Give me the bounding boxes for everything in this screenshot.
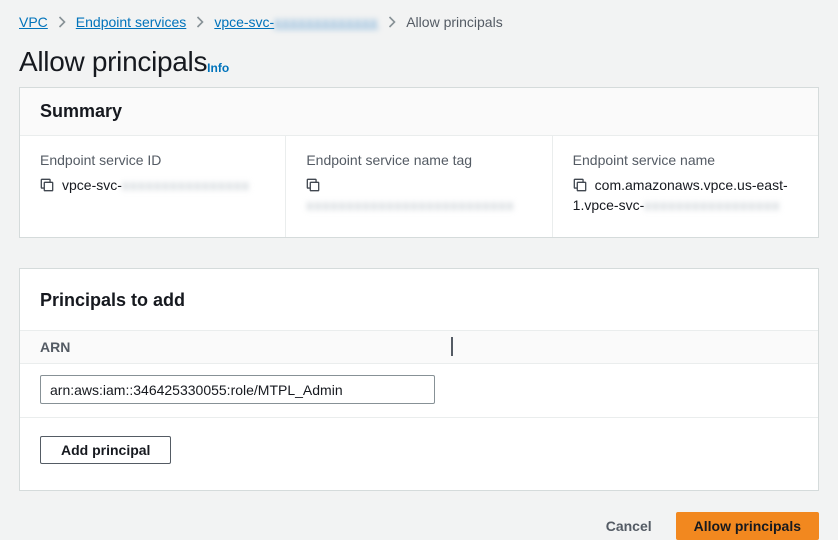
summary-title: Summary — [40, 101, 798, 122]
summary-body: Endpoint service ID vpce-svc-xxxxxxxxxxx… — [20, 136, 818, 237]
principals-panel-header: Principals to add — [20, 269, 818, 330]
allow-principals-button[interactable]: Allow principals — [676, 512, 819, 540]
arn-column-header: ARN — [40, 339, 70, 355]
column-divider — [451, 337, 453, 356]
chevron-right-icon — [387, 16, 397, 28]
field-value: com.amazonaws.vpce.us-east-1.vpce-svc-xx… — [573, 175, 798, 215]
field-value: xxxxxxxxxxxxxxxxxxxxxxxxxx — [306, 175, 531, 215]
service-id-prefix: vpce-svc- — [62, 177, 122, 193]
principals-panel-footer: Add principal — [20, 418, 818, 490]
footer-actions: Cancel Allow principals — [19, 512, 819, 540]
summary-col-name-tag: Endpoint service name tag xxxxxxxxxxxxxx… — [285, 136, 551, 237]
page-title: Allow principals — [19, 46, 207, 78]
arn-input-row — [20, 364, 818, 418]
breadcrumb-endpoint-services[interactable]: Endpoint services — [76, 14, 187, 30]
breadcrumb: VPC Endpoint services vpce-svc-xxxxxxxxx… — [19, 0, 819, 30]
principals-panel: Principals to add ARN Add principal — [19, 268, 819, 491]
breadcrumb-service-prefix: vpce-svc- — [214, 14, 274, 30]
copy-icon[interactable] — [40, 178, 54, 192]
redacted-value: xxxxxxxxxxxxxxxxxxxxxxxxxx — [306, 195, 514, 215]
redacted-value: xxxxxxxxxxxxxxxxx — [644, 195, 780, 215]
breadcrumb-endpoint-service-id[interactable]: vpce-svc-xxxxxxxxxxxxx — [214, 14, 378, 30]
chevron-right-icon — [195, 16, 205, 28]
field-label: Endpoint service ID — [40, 152, 265, 168]
add-principal-button[interactable]: Add principal — [40, 436, 171, 464]
field-label: Endpoint service name tag — [306, 152, 531, 168]
arn-table-header: ARN — [20, 330, 818, 364]
field-value: vpce-svc-xxxxxxxxxxxxxxxx — [40, 175, 265, 195]
chevron-right-icon — [57, 16, 67, 28]
cancel-button[interactable]: Cancel — [604, 513, 654, 539]
summary-card: Summary Endpoint service ID vpce-svc-xxx… — [19, 87, 819, 238]
allow-principals-page: VPC Endpoint services vpce-svc-xxxxxxxxx… — [0, 0, 838, 540]
summary-card-header: Summary — [20, 88, 818, 136]
summary-col-service-id: Endpoint service ID vpce-svc-xxxxxxxxxxx… — [20, 136, 285, 237]
copy-icon[interactable] — [306, 178, 320, 192]
breadcrumb-current: Allow principals — [406, 14, 502, 30]
summary-col-service-name: Endpoint service name com.amazonaws.vpce… — [552, 136, 818, 237]
info-link[interactable]: Info — [207, 61, 229, 75]
redacted-value: xxxxxxxxxxxxxxxx — [122, 175, 250, 195]
breadcrumb-vpc[interactable]: VPC — [19, 14, 48, 30]
redacted-service-id: xxxxxxxxxxxxx — [274, 14, 378, 30]
principals-title: Principals to add — [40, 290, 798, 311]
arn-input[interactable] — [40, 375, 435, 404]
copy-icon[interactable] — [573, 178, 587, 192]
page-title-row: Allow principals Info — [19, 46, 819, 78]
field-label: Endpoint service name — [573, 152, 798, 168]
